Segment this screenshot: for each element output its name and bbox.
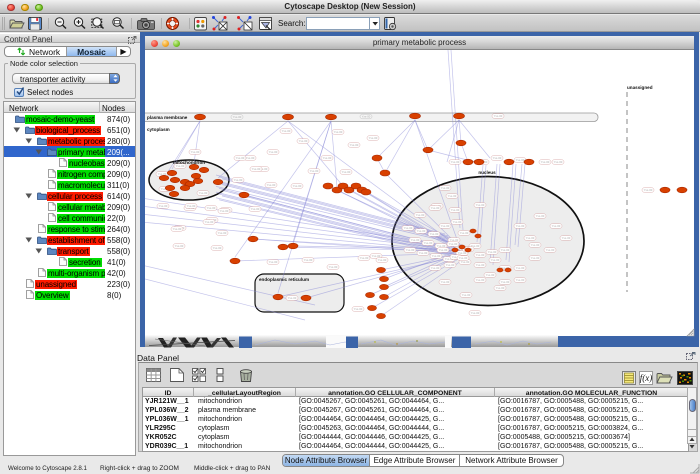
svg-text:Yxx-00: Yxx-00 (288, 296, 297, 300)
svg-text:Yxx-00: Yxx-00 (251, 207, 260, 211)
svg-text:Yxx-00: Yxx-00 (299, 139, 308, 143)
svg-text:Yxx-00: Yxx-00 (173, 227, 182, 231)
svg-text:Yxx-00: Yxx-00 (350, 143, 359, 147)
svg-text:Yxx-00: Yxx-00 (486, 273, 495, 277)
svg-text:mitochondrion: mitochondrion (173, 160, 205, 165)
svg-text:Yxx-00: Yxx-00 (449, 242, 458, 246)
svg-text:Yxx-00: Yxx-00 (252, 167, 261, 171)
svg-text:Yxx-00: Yxx-00 (293, 184, 302, 188)
svg-text:Yxx-00: Yxx-00 (220, 209, 229, 213)
svg-text:Yxx-00: Yxx-00 (234, 178, 243, 182)
svg-text:Yxx-00: Yxx-00 (493, 156, 502, 160)
svg-text:Yxx-00: Yxx-00 (459, 256, 468, 260)
svg-text:Yxx-00: Yxx-00 (462, 293, 471, 297)
svg-text:Yxx-00: Yxx-00 (187, 204, 196, 208)
svg-text:Yxx-00: Yxx-00 (406, 248, 415, 252)
svg-text:Yxx-00: Yxx-00 (446, 263, 455, 267)
svg-text:Yxx-00: Yxx-00 (207, 206, 216, 210)
svg-text:Yxx-00: Yxx-00 (378, 258, 387, 262)
svg-text:Yxx-00: Yxx-00 (448, 194, 457, 198)
svg-text:Yxx-00: Yxx-00 (431, 266, 440, 270)
svg-text:Yxx-00: Yxx-00 (417, 229, 426, 233)
svg-text:Yxx-00: Yxx-00 (218, 231, 227, 235)
svg-text:Yxx-00: Yxx-00 (424, 241, 433, 245)
svg-text:Yxx-00: Yxx-00 (476, 263, 485, 267)
svg-text:Yxx-00: Yxx-00 (369, 136, 378, 140)
svg-text:Yxx-00: Yxx-00 (310, 169, 319, 173)
svg-text:Yxx-00: Yxx-00 (419, 251, 428, 255)
svg-text:Yxx-00: Yxx-00 (644, 188, 653, 192)
svg-text:Yxx-00: Yxx-00 (430, 232, 439, 236)
svg-text:Yxx-00: Yxx-00 (536, 214, 545, 218)
svg-text:Yxx-00: Yxx-00 (159, 204, 168, 208)
svg-text:plasma membrane: plasma membrane (147, 115, 188, 120)
svg-text:Yxx-00: Yxx-00 (205, 220, 214, 224)
svg-text:Yxx-00: Yxx-00 (269, 150, 278, 154)
svg-text:Yxx-00: Yxx-00 (329, 265, 338, 269)
svg-text:Yxx-00: Yxx-00 (362, 115, 371, 119)
svg-text:Yxx-00: Yxx-00 (431, 206, 440, 210)
svg-text:Yxx-00: Yxx-00 (476, 278, 485, 282)
svg-text:Yxx-00: Yxx-00 (516, 224, 525, 228)
svg-text:Yxx-00: Yxx-00 (488, 250, 497, 254)
svg-text:Yxx-00: Yxx-00 (354, 307, 363, 311)
svg-text:Yxx-00: Yxx-00 (460, 231, 469, 235)
svg-text:Yxx-00: Yxx-00 (334, 130, 343, 134)
svg-text:Yxx-00: Yxx-00 (236, 156, 245, 160)
svg-text:Yxx-00: Yxx-00 (233, 115, 242, 119)
svg-text:Yxx-00: Yxx-00 (360, 256, 369, 260)
svg-text:Yxx-00: Yxx-00 (453, 220, 462, 224)
svg-text:Yxx-00: Yxx-00 (501, 280, 510, 284)
svg-text:Yxx-00: Yxx-00 (441, 224, 450, 228)
svg-text:Yxx-00: Yxx-00 (541, 160, 550, 164)
svg-text:f(x): f(x) (640, 373, 653, 383)
svg-text:Yxx-00: Yxx-00 (304, 258, 313, 262)
svg-text:Yxx-00: Yxx-00 (441, 280, 450, 284)
svg-text:endoplasmic reticulum: endoplasmic reticulum (259, 277, 309, 282)
svg-text:Yxx-00: Yxx-00 (516, 278, 525, 282)
svg-text:Yxx-00: Yxx-00 (441, 186, 450, 190)
svg-text:unassigned: unassigned (627, 85, 653, 90)
svg-text:Yxx-00: Yxx-00 (342, 170, 351, 174)
svg-text:Yxx-00: Yxx-00 (494, 114, 503, 118)
svg-text:Yxx-00: Yxx-00 (439, 248, 448, 252)
svg-text:Yxx-00: Yxx-00 (191, 150, 200, 154)
svg-text:Yxx-00: Yxx-00 (471, 311, 480, 315)
svg-text:Yxx-00: Yxx-00 (246, 156, 255, 160)
svg-text:Yxx-00: Yxx-00 (552, 224, 561, 228)
svg-text:cytoplasm: cytoplasm (147, 127, 170, 132)
svg-text:Yxx-00: Yxx-00 (267, 183, 276, 187)
svg-text:Yxx-00: Yxx-00 (175, 244, 184, 248)
svg-text:Yxx-00: Yxx-00 (496, 286, 505, 290)
svg-text:Yxx-00: Yxx-00 (476, 253, 485, 257)
svg-text:Yxx-00: Yxx-00 (526, 236, 535, 240)
svg-text:Yxx-00: Yxx-00 (323, 156, 332, 160)
svg-text:Yxx-00: Yxx-00 (461, 260, 470, 264)
svg-text:Yxx-00: Yxx-00 (213, 246, 222, 250)
svg-text:Yxx-00: Yxx-00 (546, 248, 555, 252)
svg-text:Yxx-00: Yxx-00 (516, 266, 525, 270)
svg-text:Yxx-00: Yxx-00 (554, 160, 563, 164)
svg-text:Yxx-00: Yxx-00 (451, 208, 460, 212)
svg-text:Yxx-00: Yxx-00 (432, 254, 441, 258)
svg-text:Yxx-00: Yxx-00 (531, 243, 540, 247)
svg-text:Yxx-00: Yxx-00 (476, 203, 485, 207)
svg-text:Yxx-00: Yxx-00 (516, 158, 525, 162)
svg-text:Yxx-00: Yxx-00 (451, 160, 460, 164)
svg-text:Yxx-00: Yxx-00 (531, 256, 540, 260)
svg-text:Yxx-00: Yxx-00 (562, 236, 571, 240)
svg-text:Yxx-00: Yxx-00 (501, 248, 510, 252)
svg-text:Yxx-00: Yxx-00 (416, 213, 425, 217)
svg-text:nucleus: nucleus (478, 170, 496, 175)
svg-text:Yxx-00: Yxx-00 (411, 238, 420, 242)
svg-text:Yxx-00: Yxx-00 (282, 129, 291, 133)
svg-text:Yxx-00: Yxx-00 (199, 191, 208, 195)
svg-text:Yxx-00: Yxx-00 (491, 258, 500, 262)
svg-text:Yxx-00: Yxx-00 (404, 226, 413, 230)
svg-text:Yxx-00: Yxx-00 (269, 260, 278, 264)
